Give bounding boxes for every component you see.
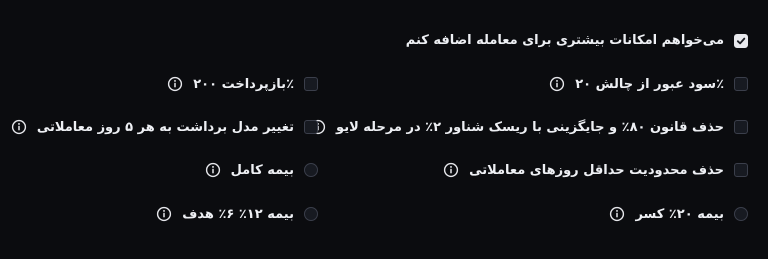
checkbox-challenge-profit[interactable] bbox=[734, 77, 748, 91]
option-row-challenge-profit[interactable]: سود عبور از چالش ۲۰٪ bbox=[549, 76, 748, 92]
checkbox-withdraw-5-days[interactable] bbox=[304, 120, 318, 134]
option-row-withdraw-5-days[interactable]: تغییر مدل برداشت به هر ۵ روز معاملاتی bbox=[11, 119, 318, 135]
option-label: بیمه کامل bbox=[230, 162, 294, 178]
option-row-remove-min-days[interactable]: حذف محدودیت حداقل روزهای معاملاتی bbox=[443, 162, 748, 178]
checkbox-remove-80-rule[interactable] bbox=[734, 120, 748, 134]
option-row-insurance-20[interactable]: بیمه ۲۰٪ کسر bbox=[609, 206, 748, 222]
option-row-insurance-12-6[interactable]: بیمه ۱۲٪ ۶٪ هدف bbox=[156, 206, 318, 222]
option-row-refund-200[interactable]: بازپرداخت ۲۰۰٪ bbox=[167, 76, 318, 92]
option-label: تغییر مدل برداشت به هر ۵ روز معاملاتی bbox=[36, 119, 294, 135]
info-icon[interactable] bbox=[167, 76, 183, 92]
radio-insurance-12-6[interactable] bbox=[304, 207, 318, 221]
option-row-full-insurance[interactable]: بیمه کامل bbox=[205, 162, 318, 178]
info-icon[interactable] bbox=[205, 162, 221, 178]
info-icon[interactable] bbox=[549, 76, 565, 92]
info-icon[interactable] bbox=[156, 206, 172, 222]
info-icon[interactable] bbox=[443, 162, 459, 178]
radio-insurance-20[interactable] bbox=[734, 207, 748, 221]
option-label: بیمه ۲۰٪ کسر bbox=[635, 206, 724, 222]
main-option-row[interactable]: می‌خواهم امکانات بیشتری برای معامله اضاف… bbox=[406, 33, 748, 48]
radio-full-insurance[interactable] bbox=[304, 163, 318, 177]
option-row-remove-80-rule[interactable]: حذف قانون ۸۰٪ و جایگزینی با ریسک شناور ۲… bbox=[310, 119, 748, 135]
checkmark-icon bbox=[736, 37, 746, 44]
checkbox-refund-200[interactable] bbox=[304, 77, 318, 91]
main-option-checkbox[interactable] bbox=[734, 33, 748, 48]
checkbox-remove-min-days[interactable] bbox=[734, 163, 748, 177]
main-option-label: می‌خواهم امکانات بیشتری برای معامله اضاف… bbox=[405, 33, 724, 48]
info-icon[interactable] bbox=[609, 206, 625, 222]
option-label: حذف محدودیت حداقل روزهای معاملاتی bbox=[469, 162, 724, 178]
option-label: حذف قانون ۸۰٪ و جایگزینی با ریسک شناور ۲… bbox=[336, 119, 724, 135]
info-icon[interactable] bbox=[11, 119, 27, 135]
option-label: سود عبور از چالش ۲۰٪ bbox=[575, 76, 724, 92]
option-label: بیمه ۱۲٪ ۶٪ هدف bbox=[182, 206, 294, 222]
option-label: بازپرداخت ۲۰۰٪ bbox=[193, 76, 294, 92]
